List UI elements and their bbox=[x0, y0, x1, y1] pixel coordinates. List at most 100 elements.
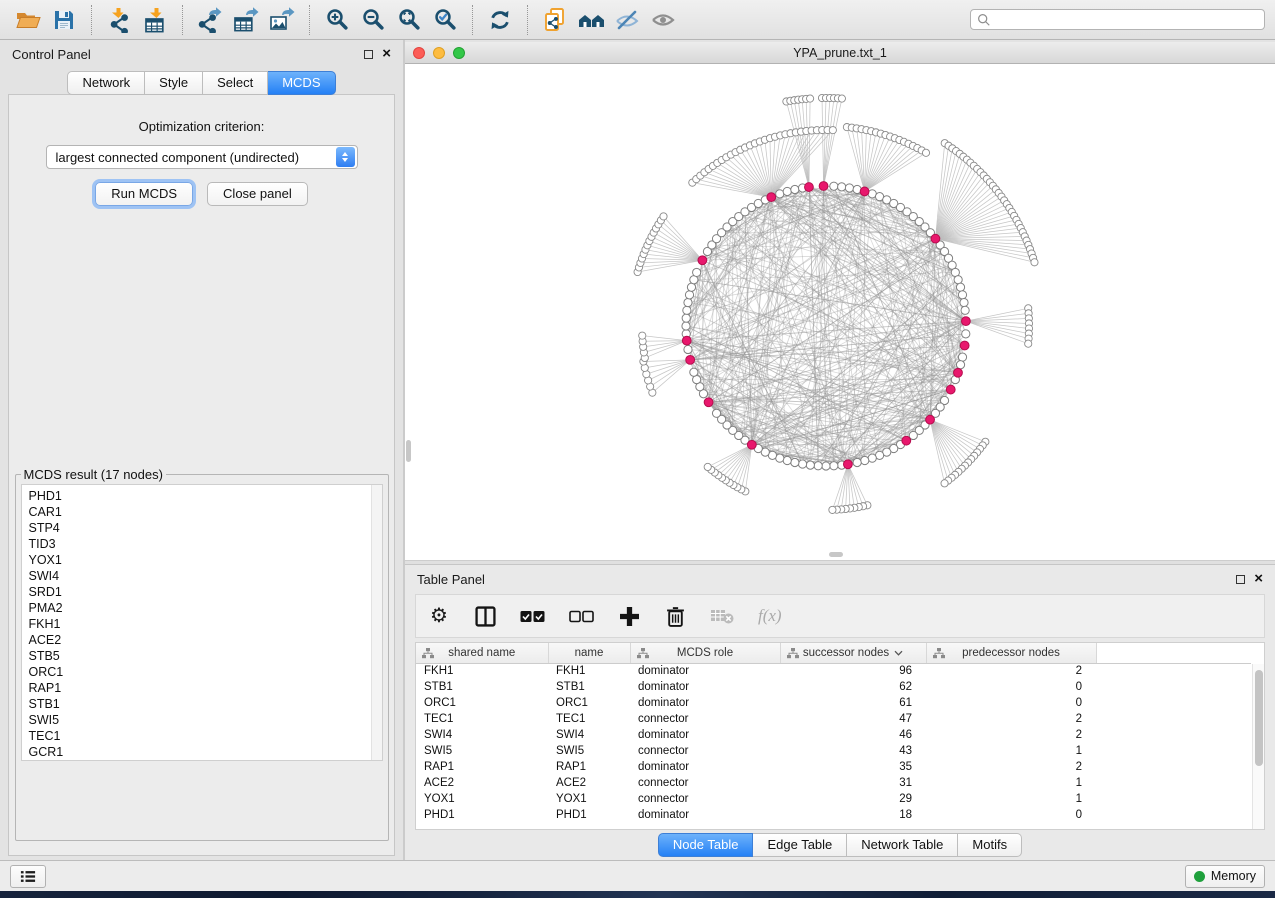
table-cell[interactable]: 96 bbox=[780, 663, 926, 679]
tab-style[interactable]: Style bbox=[145, 71, 203, 95]
network-horizontal-scrollbar[interactable] bbox=[829, 552, 843, 557]
mcds-result-item[interactable]: STP4 bbox=[29, 520, 382, 536]
mcds-result-item[interactable]: PMA2 bbox=[29, 600, 382, 616]
table-row[interactable]: YOX1YOX1connector291 bbox=[416, 791, 1251, 807]
tab-edge-table[interactable]: Edge Table bbox=[753, 833, 847, 857]
add-column-icon[interactable] bbox=[618, 607, 640, 626]
table-cell[interactable]: connector bbox=[630, 791, 780, 807]
table-cell[interactable]: STB1 bbox=[416, 679, 548, 695]
table-cell[interactable]: connector bbox=[630, 711, 780, 727]
table-cell[interactable]: 31 bbox=[780, 775, 926, 791]
table-row[interactable]: FKH1FKH1dominator962 bbox=[416, 663, 1251, 679]
table-cell[interactable]: 2 bbox=[926, 711, 1096, 727]
mcds-result-item[interactable]: RAP1 bbox=[29, 680, 382, 696]
import-table-icon[interactable] bbox=[137, 5, 173, 35]
network-canvas[interactable] bbox=[405, 64, 1275, 560]
mcds-result-item[interactable]: TEC1 bbox=[29, 728, 382, 744]
close-panel-icon[interactable]: × bbox=[382, 49, 391, 59]
column-layout-icon[interactable] bbox=[474, 606, 496, 627]
table-cell[interactable]: SWI5 bbox=[548, 743, 630, 759]
close-panel-button[interactable]: Close panel bbox=[207, 182, 308, 206]
table-row[interactable]: SWI4SWI4dominator462 bbox=[416, 727, 1251, 743]
table-cell[interactable]: 62 bbox=[780, 679, 926, 695]
table-cell[interactable]: dominator bbox=[630, 727, 780, 743]
zoom-selected-icon[interactable] bbox=[427, 5, 463, 35]
table-cell[interactable]: 2 bbox=[926, 759, 1096, 775]
table-cell[interactable]: TEC1 bbox=[548, 711, 630, 727]
table-cell[interactable]: 46 bbox=[780, 727, 926, 743]
mcds-result-item[interactable]: ORC1 bbox=[29, 664, 382, 680]
table-row[interactable]: PHD1PHD1dominator180 bbox=[416, 807, 1251, 823]
export-network-icon[interactable] bbox=[192, 5, 228, 35]
table-row[interactable]: ORC1ORC1dominator610 bbox=[416, 695, 1251, 711]
tab-select[interactable]: Select bbox=[203, 71, 268, 95]
tab-network-table[interactable]: Network Table bbox=[847, 833, 958, 857]
mcds-result-item[interactable]: ACE2 bbox=[29, 632, 382, 648]
table-cell[interactable]: FKH1 bbox=[416, 663, 548, 679]
save-session-icon[interactable] bbox=[46, 5, 82, 35]
task-history-button[interactable] bbox=[10, 865, 46, 888]
column-header-successor-nodes[interactable]: successor nodes bbox=[780, 643, 926, 663]
column-header-shared-name[interactable]: shared name bbox=[416, 643, 548, 663]
table-cell[interactable]: 1 bbox=[926, 775, 1096, 791]
table-scrollbar[interactable] bbox=[1252, 664, 1264, 829]
table-cell[interactable]: ORC1 bbox=[416, 695, 548, 711]
table-cell[interactable]: TEC1 bbox=[416, 711, 548, 727]
table-cell[interactable]: SWI5 bbox=[416, 743, 548, 759]
apply-layout-icon[interactable] bbox=[482, 5, 518, 35]
clone-network-icon[interactable] bbox=[537, 5, 573, 35]
mcds-result-item[interactable]: SWI4 bbox=[29, 568, 382, 584]
open-session-icon[interactable] bbox=[10, 5, 46, 35]
network-vertical-scrollbar[interactable] bbox=[406, 440, 411, 462]
close-window-button[interactable] bbox=[413, 47, 425, 59]
table-row[interactable]: STB1STB1dominator620 bbox=[416, 679, 1251, 695]
table-row[interactable]: RAP1RAP1dominator352 bbox=[416, 759, 1251, 775]
table-row[interactable]: ACE2ACE2connector311 bbox=[416, 775, 1251, 791]
table-cell[interactable]: PHD1 bbox=[416, 807, 548, 823]
table-cell[interactable]: 2 bbox=[926, 727, 1096, 743]
tab-node-table[interactable]: Node Table bbox=[658, 833, 754, 857]
table-cell[interactable]: dominator bbox=[630, 679, 780, 695]
search-box[interactable] bbox=[970, 9, 1265, 30]
table-cell[interactable]: YOX1 bbox=[548, 791, 630, 807]
table-cell[interactable]: 29 bbox=[780, 791, 926, 807]
delete-column-icon[interactable] bbox=[664, 606, 686, 627]
mcds-result-item[interactable]: STB1 bbox=[29, 696, 382, 712]
mcds-result-item[interactable]: GCR1 bbox=[29, 744, 382, 760]
table-cell[interactable]: 0 bbox=[926, 695, 1096, 711]
run-mcds-button[interactable]: Run MCDS bbox=[95, 182, 193, 206]
criterion-select[interactable]: largest connected component (undirected) bbox=[46, 145, 358, 169]
table-cell[interactable]: 0 bbox=[926, 807, 1096, 823]
close-table-panel-icon[interactable]: × bbox=[1254, 574, 1263, 584]
tab-mcds[interactable]: MCDS bbox=[268, 71, 335, 95]
table-cell[interactable]: dominator bbox=[630, 807, 780, 823]
first-neighbors-icon[interactable] bbox=[573, 5, 609, 35]
show-all-columns-icon[interactable] bbox=[520, 610, 545, 623]
tab-motifs[interactable]: Motifs bbox=[958, 833, 1022, 857]
import-network-icon[interactable] bbox=[101, 5, 137, 35]
column-header-name[interactable]: name bbox=[548, 643, 630, 663]
mcds-result-item[interactable]: YOX1 bbox=[29, 552, 382, 568]
table-cell[interactable]: SWI4 bbox=[416, 727, 548, 743]
table-row[interactable]: TEC1TEC1connector472 bbox=[416, 711, 1251, 727]
table-cell[interactable]: dominator bbox=[630, 663, 780, 679]
mcds-result-item[interactable]: TID3 bbox=[29, 536, 382, 552]
mcds-result-item[interactable]: SWI5 bbox=[29, 712, 382, 728]
result-list-scrollbar[interactable] bbox=[371, 485, 382, 760]
table-cell[interactable]: ACE2 bbox=[416, 775, 548, 791]
table-cell[interactable]: PHD1 bbox=[548, 807, 630, 823]
table-cell[interactable]: dominator bbox=[630, 759, 780, 775]
table-cell[interactable]: 35 bbox=[780, 759, 926, 775]
zoom-out-icon[interactable] bbox=[355, 5, 391, 35]
table-cell[interactable]: dominator bbox=[630, 695, 780, 711]
mcds-result-list[interactable]: PHD1CAR1STP4TID3YOX1SWI4SRD1PMA2FKH1ACE2… bbox=[21, 484, 383, 761]
search-input[interactable] bbox=[995, 13, 1258, 27]
table-cell[interactable]: 18 bbox=[780, 807, 926, 823]
mcds-result-item[interactable]: SRD1 bbox=[29, 584, 382, 600]
hide-all-columns-icon[interactable] bbox=[569, 610, 594, 623]
table-cell[interactable]: RAP1 bbox=[416, 759, 548, 775]
table-cell[interactable]: FKH1 bbox=[548, 663, 630, 679]
table-cell[interactable]: connector bbox=[630, 743, 780, 759]
show-all-icon[interactable] bbox=[645, 5, 681, 35]
table-scrollbar-thumb[interactable] bbox=[1255, 670, 1263, 766]
